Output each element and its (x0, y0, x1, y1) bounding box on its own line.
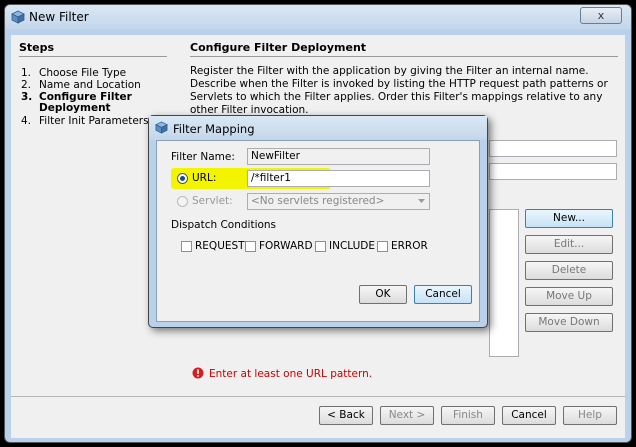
servlet-select[interactable]: <No servlets registered> (247, 193, 430, 210)
new-mapping-button[interactable]: New... (525, 209, 613, 228)
nav-divider (11, 396, 625, 397)
dialog-title-bar[interactable]: Filter Mapping (149, 116, 487, 140)
dialog-body: Filter Name: NewFilter URL: /*filter1 Se… (156, 140, 480, 322)
steps-divider (19, 56, 167, 57)
step-number: 4. (21, 115, 32, 127)
error-icon (192, 367, 204, 379)
error-message: Enter at least one URL pattern. (209, 368, 373, 380)
servlet-select-value: <No servlets registered> (251, 195, 385, 207)
filter-name-label: Filter Name: (171, 151, 235, 163)
title-bar[interactable]: New Filter x (5, 5, 631, 29)
chevron-down-icon (418, 199, 425, 203)
step-number: 3. (21, 91, 33, 103)
step-item-current: 3. Configure Filter Deployment (21, 92, 171, 114)
ok-button[interactable]: OK (359, 285, 407, 304)
finish-button[interactable]: Finish (441, 406, 495, 425)
step-label: Choose File Type (39, 67, 127, 79)
forward-label: FORWARD (259, 240, 313, 252)
move-up-button[interactable]: Move Up (525, 287, 613, 306)
servlet-label: Servlet: (192, 195, 233, 207)
url-input[interactable]: /*filter1 (247, 170, 430, 187)
request-label: REQUEST (195, 240, 245, 252)
step-item: 2. Name and Location (21, 80, 171, 91)
back-button[interactable]: < Back (319, 406, 373, 425)
step-item: 1. Choose File Type (21, 68, 171, 79)
error-label: ERROR (391, 240, 428, 252)
steps-heading: Steps (19, 41, 55, 54)
dialog-title: Filter Mapping (173, 122, 255, 136)
radio-selected-dot (180, 176, 185, 181)
step-number: 1. (21, 67, 32, 79)
page-title: Configure Filter Deployment (190, 41, 367, 54)
url-radio[interactable] (177, 173, 188, 184)
servlet-radio[interactable] (177, 196, 188, 207)
app-cube-icon (11, 10, 25, 24)
filter-mapping-dialog: Filter Mapping Filter Name: NewFilter UR… (148, 115, 488, 328)
delete-mapping-button[interactable]: Delete (525, 261, 613, 280)
url-label: URL: (192, 172, 217, 184)
close-button[interactable]: x (580, 7, 622, 24)
close-icon: x (597, 9, 605, 22)
step-label: Configure Filter Deployment (39, 91, 132, 114)
cancel-button[interactable]: Cancel (502, 406, 556, 425)
filter-mappings-table[interactable] (489, 209, 519, 357)
dispatch-conditions-heading: Dispatch Conditions (171, 219, 277, 231)
app-cube-icon (155, 121, 168, 134)
move-down-button[interactable]: Move Down (525, 313, 613, 332)
edit-mapping-button[interactable]: Edit... (525, 235, 613, 254)
include-label: INCLUDE (329, 240, 376, 252)
step-label: Name and Location (39, 79, 141, 91)
help-button[interactable]: Help (563, 406, 617, 425)
filter-class-field-bg[interactable] (489, 163, 617, 180)
title-divider (190, 56, 618, 57)
filter-name-field-bg[interactable] (489, 140, 617, 157)
error-checkbox[interactable] (377, 241, 388, 252)
filter-name-field: NewFilter (247, 148, 430, 165)
page-description: Register the Filter with the application… (190, 65, 608, 116)
include-checkbox[interactable] (315, 241, 326, 252)
forward-checkbox[interactable] (245, 241, 256, 252)
dialog-cancel-button[interactable]: Cancel (414, 285, 472, 304)
window-title: New Filter (29, 10, 89, 24)
next-button[interactable]: Next > (380, 406, 434, 425)
step-number: 2. (21, 79, 32, 91)
request-checkbox[interactable] (181, 241, 192, 252)
